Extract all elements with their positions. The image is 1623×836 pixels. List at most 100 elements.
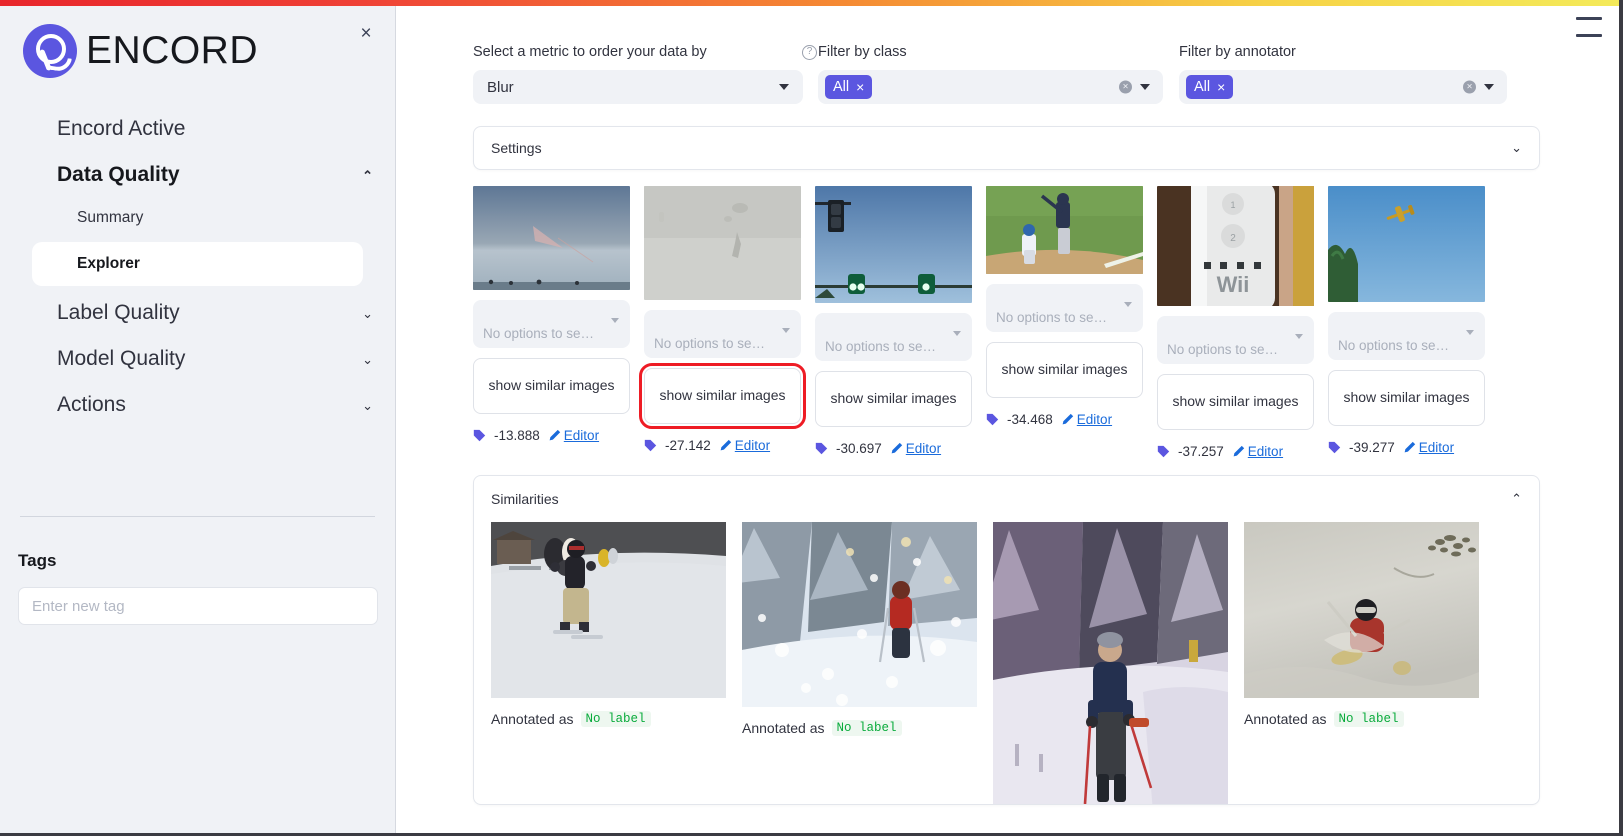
hamburger-menu-icon[interactable] bbox=[1576, 17, 1602, 37]
chevron-up-icon: ⌃ bbox=[1511, 491, 1522, 506]
editor-link[interactable]: Editor bbox=[1061, 412, 1112, 427]
pencil-icon bbox=[1233, 445, 1244, 457]
card-footer: -30.697 Editor bbox=[815, 441, 972, 456]
metric-select[interactable]: Blur bbox=[473, 70, 803, 104]
brand-name: ENCORD bbox=[86, 29, 259, 72]
class-filter: Filter by class All × × bbox=[818, 44, 1163, 104]
editor-link[interactable]: Editor bbox=[890, 441, 941, 456]
class-chip-all[interactable]: All × bbox=[825, 75, 873, 99]
chevron-down-icon bbox=[1140, 84, 1150, 90]
similar-image-card: Annotated as No label bbox=[491, 522, 726, 727]
chip-label: All bbox=[833, 79, 850, 95]
show-similar-label: show similar images bbox=[488, 377, 615, 394]
annotator-multiselect[interactable]: All × × bbox=[1179, 70, 1507, 104]
annotation-badge: No label bbox=[580, 711, 651, 727]
similar-image-card: Annotated as No label bbox=[742, 522, 977, 736]
hamburger-bar bbox=[1576, 17, 1602, 20]
card-select-placeholder: No options to se… bbox=[1167, 342, 1279, 357]
sidebar-subitem-label: Summary bbox=[77, 209, 144, 226]
card-footer: -27.142 Editor bbox=[644, 438, 801, 453]
class-filter-label: Filter by class bbox=[818, 44, 1163, 60]
chip-remove-icon[interactable]: × bbox=[856, 79, 864, 95]
similar-thumbnail-man-with-skis[interactable] bbox=[993, 522, 1228, 805]
show-similar-images-button[interactable]: show similar images bbox=[986, 342, 1143, 398]
editor-link[interactable]: Editor bbox=[548, 428, 599, 443]
sidebar-item-actions[interactable]: Actions ⌄ bbox=[0, 382, 395, 428]
similar-caption: Annotated as No label bbox=[491, 711, 726, 727]
sidebar-item-data-quality[interactable]: Data Quality ⌃ bbox=[0, 152, 395, 198]
metric-filter: Select a metric to order your data by ? … bbox=[473, 44, 817, 104]
card-score: -27.142 bbox=[665, 438, 711, 453]
show-similar-images-button[interactable]: show similar images bbox=[473, 358, 630, 414]
tag-icon bbox=[815, 442, 828, 455]
card-thumbnail-plane-in-sky[interactable] bbox=[1328, 186, 1485, 302]
editor-link[interactable]: Editor bbox=[719, 438, 770, 453]
sidebar-item-explorer[interactable]: Explorer bbox=[33, 243, 362, 285]
chevron-down-icon bbox=[611, 318, 619, 323]
card-thumbnail-baseball[interactable] bbox=[986, 186, 1143, 274]
show-similar-images-button[interactable]: show similar images bbox=[1328, 370, 1485, 426]
card-thumbnail-skier-whiteout[interactable] bbox=[644, 186, 801, 300]
card-class-select[interactable]: No options to se… bbox=[986, 284, 1143, 332]
image-card: 1 2 Wii No options to se… show similar i… bbox=[1157, 186, 1314, 459]
card-footer: -37.257 Editor bbox=[1157, 444, 1314, 459]
show-similar-images-button[interactable]: show similar images bbox=[1157, 374, 1314, 430]
pencil-icon bbox=[549, 429, 560, 441]
clear-all-icon[interactable]: × bbox=[1119, 80, 1132, 94]
annotation-badge: No label bbox=[831, 720, 902, 736]
sidebar: × ENCORD Encord Active Data Quality ⌃ Su… bbox=[0, 6, 396, 836]
close-icon: × bbox=[360, 22, 372, 44]
card-class-select[interactable]: No options to se… bbox=[473, 300, 630, 348]
similar-image-card: Annotated as No label bbox=[1244, 522, 1479, 727]
tag-icon bbox=[473, 429, 486, 442]
card-thumbnail-golden-gate[interactable] bbox=[473, 186, 630, 290]
card-thumbnail-traffic-lights[interactable] bbox=[815, 186, 972, 303]
clear-all-icon[interactable]: × bbox=[1463, 80, 1476, 94]
tag-input-wrapper[interactable] bbox=[18, 587, 378, 625]
card-score: -30.697 bbox=[836, 441, 882, 456]
editor-link[interactable]: Editor bbox=[1403, 440, 1454, 455]
main-content: Select a metric to order your data by ? … bbox=[396, 6, 1619, 836]
similar-thumbnail-child-skiing[interactable] bbox=[491, 522, 726, 698]
show-similar-images-button[interactable]: show similar images bbox=[815, 371, 972, 427]
show-similar-images-button[interactable]: show similar images bbox=[639, 363, 806, 429]
class-multiselect[interactable]: All × × bbox=[818, 70, 1163, 104]
settings-accordion[interactable]: Settings ⌄ bbox=[473, 126, 1540, 170]
annotator-chip-all[interactable]: All × bbox=[1186, 75, 1234, 99]
card-class-select[interactable]: No options to se… bbox=[1328, 312, 1485, 360]
card-class-select[interactable]: No options to se… bbox=[644, 310, 801, 358]
card-class-select[interactable]: No options to se… bbox=[1157, 316, 1314, 364]
tags-section-title: Tags bbox=[18, 551, 57, 570]
similar-thumbnail-powder-skier[interactable] bbox=[1244, 522, 1479, 698]
encord-logo-icon bbox=[23, 24, 77, 78]
similar-thumbnail-skier-forest[interactable] bbox=[742, 522, 977, 707]
sidebar-item-summary[interactable]: Summary bbox=[0, 198, 395, 238]
chevron-down-icon bbox=[1484, 84, 1494, 90]
editor-link[interactable]: Editor bbox=[1232, 444, 1283, 459]
similarities-header[interactable]: Similarities ⌃ bbox=[491, 491, 1522, 507]
help-circle-icon[interactable]: ? bbox=[802, 45, 817, 60]
annotated-prefix: Annotated as bbox=[742, 720, 825, 736]
sidebar-item-model-quality[interactable]: Model Quality ⌄ bbox=[0, 336, 395, 382]
show-similar-label: show similar images bbox=[659, 387, 786, 404]
new-tag-input[interactable] bbox=[32, 597, 364, 615]
tag-icon bbox=[986, 413, 999, 426]
card-class-select[interactable]: No options to se… bbox=[815, 313, 972, 361]
chip-remove-icon[interactable]: × bbox=[1217, 79, 1225, 95]
sidebar-close-button[interactable]: × bbox=[353, 20, 379, 46]
sidebar-item-encord-active[interactable]: Encord Active bbox=[0, 106, 395, 152]
chevron-down-icon: ⌄ bbox=[1511, 140, 1522, 155]
pencil-icon bbox=[891, 442, 902, 454]
sidebar-item-label: Model Quality bbox=[57, 347, 186, 370]
sidebar-item-label-quality[interactable]: Label Quality ⌄ bbox=[0, 290, 395, 336]
chevron-down-icon bbox=[1124, 302, 1132, 307]
annotator-filter: Filter by annotator All × × bbox=[1179, 44, 1507, 104]
image-card: No options to se… show similar images -1… bbox=[473, 186, 630, 443]
similar-caption: Annotated as No label bbox=[742, 720, 977, 736]
card-thumbnail-wii-remote[interactable]: 1 2 Wii bbox=[1157, 186, 1314, 306]
annotated-prefix: Annotated as bbox=[491, 711, 574, 727]
annotator-filter-label: Filter by annotator bbox=[1179, 44, 1507, 60]
similarities-panel: Similarities ⌃ Annotated as No label Ann… bbox=[473, 475, 1540, 805]
metric-label-text: Select a metric to order your data by bbox=[473, 44, 707, 60]
card-score: -13.888 bbox=[494, 428, 540, 443]
